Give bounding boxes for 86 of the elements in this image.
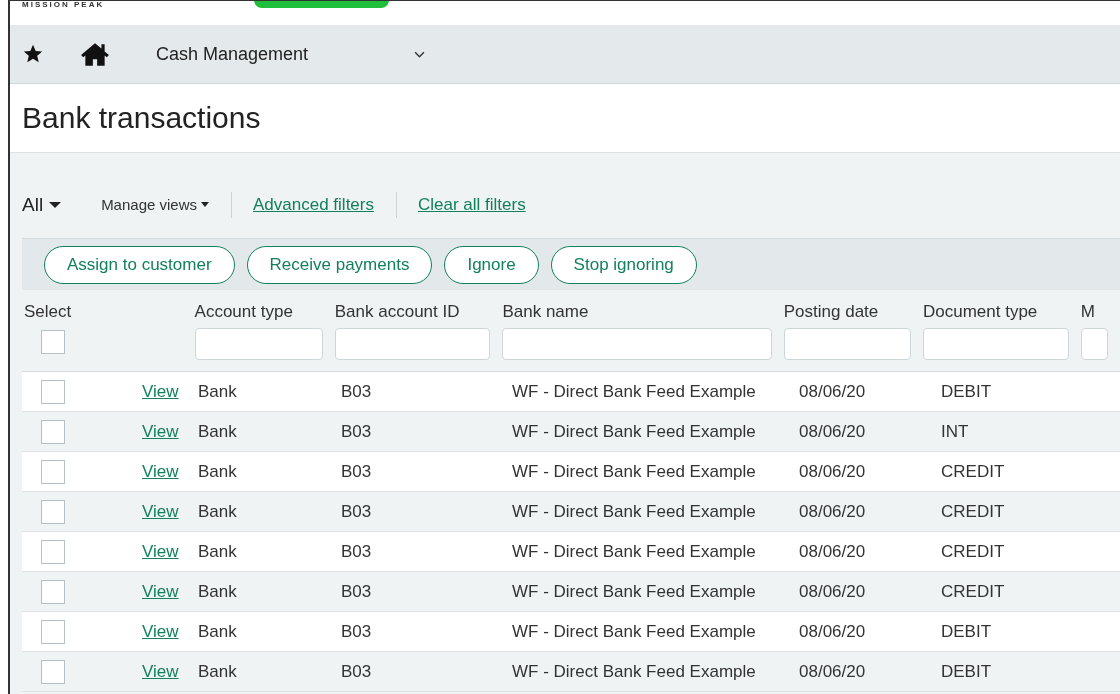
table-cell: WF - Direct Bank Feed Example bbox=[512, 381, 756, 401]
column-header[interactable]: Document type bbox=[922, 302, 1081, 322]
table-cell: Bank bbox=[198, 381, 237, 401]
filter-link[interactable]: Clear all filters bbox=[417, 194, 526, 215]
table-cell: WF - Direct Bank Feed Example bbox=[512, 461, 756, 481]
table-cell: 08/06/20 bbox=[799, 421, 866, 441]
table-cell: DEBIT bbox=[941, 661, 992, 681]
module-dropdown[interactable]: Cash Management bbox=[156, 43, 426, 65]
filter-input[interactable] bbox=[783, 328, 911, 360]
table-cell: WF - Direct Bank Feed Example bbox=[512, 661, 756, 681]
column-header[interactable]: Bank account ID bbox=[334, 302, 503, 322]
row-checkbox[interactable] bbox=[41, 459, 65, 484]
filter-input[interactable] bbox=[922, 328, 1069, 360]
table-cell: WF - Direct Bank Feed Example bbox=[512, 581, 756, 601]
filter-input[interactable] bbox=[334, 328, 491, 360]
caret-icon bbox=[201, 202, 209, 207]
filter-input[interactable] bbox=[1080, 328, 1108, 360]
manage-views-menu[interactable]: Manage views bbox=[101, 196, 209, 213]
filter-link[interactable]: Advanced filters bbox=[253, 194, 374, 215]
view-link[interactable]: View bbox=[142, 621, 179, 642]
table-cell: 08/06/20 bbox=[799, 621, 866, 641]
view-link[interactable]: View bbox=[142, 421, 179, 442]
action-button[interactable]: Ignore bbox=[444, 245, 539, 284]
table-cell: 08/06/20 bbox=[799, 661, 866, 681]
view-selector[interactable]: All bbox=[22, 193, 62, 216]
table-cell: Bank bbox=[198, 461, 237, 481]
column-header[interactable]: Posting date bbox=[783, 302, 923, 322]
view-link[interactable]: View bbox=[142, 661, 179, 682]
table-cell: 08/06/20 bbox=[799, 461, 866, 481]
action-button[interactable]: Assign to customer bbox=[44, 245, 235, 284]
row-checkbox[interactable] bbox=[41, 419, 65, 444]
table-cell: CREDIT bbox=[941, 461, 1005, 481]
table-cell: B03 bbox=[341, 541, 372, 561]
row-checkbox[interactable] bbox=[41, 379, 65, 404]
action-button[interactable]: Stop ignoring bbox=[550, 245, 697, 284]
table-cell: Bank bbox=[198, 421, 237, 441]
table-cell: Bank bbox=[198, 581, 237, 601]
table-cell: Bank bbox=[198, 541, 237, 561]
table-cell: DEBIT bbox=[941, 621, 992, 641]
chevron-icon bbox=[414, 50, 426, 58]
column-header: Select bbox=[24, 302, 73, 322]
table-cell: B03 bbox=[341, 501, 372, 521]
table-cell: Bank bbox=[198, 501, 237, 521]
table-cell: B03 bbox=[341, 661, 372, 681]
table-cell: CREDIT bbox=[941, 501, 1005, 521]
column-header[interactable]: Account type bbox=[194, 302, 335, 322]
filter-input[interactable] bbox=[194, 328, 323, 360]
table-cell: WF - Direct Bank Feed Example bbox=[512, 621, 756, 641]
column-header[interactable]: Bank name bbox=[502, 302, 784, 322]
table-cell: DEBIT bbox=[941, 381, 992, 401]
view-link[interactable]: View bbox=[142, 581, 179, 602]
view-link[interactable]: View bbox=[142, 541, 179, 562]
table-cell: WF - Direct Bank Feed Example bbox=[512, 501, 756, 521]
table-cell: WF - Direct Bank Feed Example bbox=[512, 541, 756, 561]
table-cell: 08/06/20 bbox=[799, 581, 866, 601]
view-link[interactable]: View bbox=[142, 461, 179, 482]
table-cell: 08/06/20 bbox=[799, 381, 866, 401]
view-link[interactable]: View bbox=[142, 501, 179, 522]
table-cell: B03 bbox=[341, 581, 372, 601]
table-cell: B03 bbox=[341, 621, 372, 641]
column-header[interactable]: M bbox=[1080, 302, 1120, 322]
home-icon[interactable] bbox=[80, 41, 110, 67]
table-cell: B03 bbox=[341, 381, 372, 401]
table-cell: Bank bbox=[198, 661, 237, 681]
row-checkbox[interactable] bbox=[41, 579, 65, 604]
table-cell: WF - Direct Bank Feed Example bbox=[512, 421, 756, 441]
brand-logo: MISSION PEAK bbox=[22, 1, 105, 9]
row-checkbox[interactable] bbox=[41, 539, 65, 564]
table-cell: B03 bbox=[341, 421, 372, 441]
caret-icon bbox=[49, 201, 62, 208]
row-checkbox[interactable] bbox=[41, 659, 65, 684]
select-all-checkbox[interactable] bbox=[41, 330, 65, 354]
table-cell: INT bbox=[941, 421, 969, 441]
star-icon[interactable] bbox=[22, 43, 44, 65]
page-title: Bank transactions bbox=[22, 101, 261, 135]
table-cell: 08/06/20 bbox=[799, 541, 866, 561]
table-cell: 08/06/20 bbox=[799, 501, 866, 521]
action-button[interactable]: Receive payments bbox=[246, 245, 433, 284]
filter-input[interactable] bbox=[502, 328, 772, 360]
row-checkbox[interactable] bbox=[41, 499, 65, 524]
table-cell: CREDIT bbox=[941, 581, 1005, 601]
row-checkbox[interactable] bbox=[41, 619, 65, 644]
table-cell: B03 bbox=[341, 461, 372, 481]
table-cell: CREDIT bbox=[941, 541, 1005, 561]
table-cell: Bank bbox=[198, 621, 237, 641]
view-link[interactable]: View bbox=[142, 381, 179, 402]
